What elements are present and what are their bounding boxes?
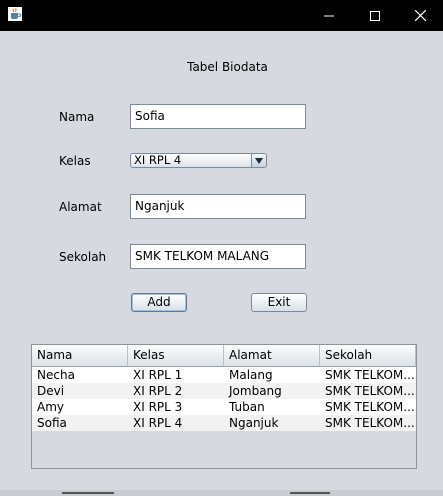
table-cell: Nganjuk: [229, 416, 279, 430]
column-header-alamat[interactable]: Alamat: [224, 345, 320, 366]
title-bar: [0, 0, 443, 31]
table-cell: Devi: [37, 384, 65, 398]
table-cell: SMK TELKOM...: [325, 384, 415, 398]
kelas-label: Kelas: [59, 154, 91, 168]
table-cell: XI RPL 3: [133, 400, 183, 414]
table-cell: XI RPL 2: [133, 384, 183, 398]
column-header-sekolah[interactable]: Sekolah: [320, 345, 416, 366]
close-icon: [414, 10, 426, 21]
close-button[interactable]: [397, 0, 443, 31]
alamat-field[interactable]: Nganjuk: [130, 194, 306, 219]
table-cell: SMK TELKOM...: [325, 400, 415, 414]
exit-button[interactable]: Exit: [251, 293, 307, 312]
table-cell: XI RPL 1: [133, 368, 183, 382]
table-header: Nama Kelas Alamat Sekolah: [32, 345, 416, 367]
table-cell: SMK TELKOM...: [325, 368, 415, 382]
maximize-icon: [370, 10, 380, 21]
kelas-selected-value: XI RPL 4: [134, 153, 182, 167]
table-row[interactable]: Sofia XI RPL 4 Nganjuk SMK TELKOM...: [32, 415, 416, 431]
table-cell: Malang: [229, 368, 273, 382]
strip-decoration: [62, 492, 114, 494]
table-cell: Necha: [37, 368, 75, 382]
table-cell: Amy: [37, 400, 64, 414]
column-header-kelas[interactable]: Kelas: [128, 345, 224, 366]
add-button[interactable]: Add: [131, 293, 187, 312]
minimize-button[interactable]: [306, 0, 352, 31]
table-cell: Jombang: [229, 384, 282, 398]
strip-decoration: [290, 492, 330, 494]
sekolah-field[interactable]: SMK TELKOM MALANG: [130, 244, 306, 269]
nama-field[interactable]: Sofia: [130, 104, 306, 129]
alamat-label: Alamat: [59, 200, 102, 214]
table-row[interactable]: Necha XI RPL 1 Malang SMK TELKOM...: [32, 367, 416, 383]
table-row[interactable]: Amy XI RPL 3 Tuban SMK TELKOM...: [32, 399, 416, 415]
table-cell: XI RPL 4: [133, 416, 183, 430]
table-cell: Sofia: [37, 416, 67, 430]
dropdown-arrow-icon[interactable]: [251, 154, 266, 167]
java-cup-icon[interactable]: [8, 7, 22, 21]
table-body: Necha XI RPL 1 Malang SMK TELKOM... Devi…: [32, 367, 416, 431]
minimize-icon: [324, 15, 334, 16]
kelas-combobox[interactable]: XI RPL 4: [130, 153, 267, 168]
table-row[interactable]: Devi XI RPL 2 Jombang SMK TELKOM...: [32, 383, 416, 399]
table-cell: Tuban: [229, 400, 265, 414]
biodata-table-scrollpane[interactable]: Nama Kelas Alamat Sekolah Necha XI RPL 1…: [31, 344, 417, 469]
form-title: Tabel Biodata: [187, 60, 268, 74]
column-header-nama[interactable]: Nama: [32, 345, 128, 366]
nama-label: Nama: [59, 110, 95, 124]
table-cell: SMK TELKOM...: [325, 416, 415, 430]
maximize-button[interactable]: [352, 0, 398, 31]
sekolah-label: Sekolah: [59, 250, 107, 264]
